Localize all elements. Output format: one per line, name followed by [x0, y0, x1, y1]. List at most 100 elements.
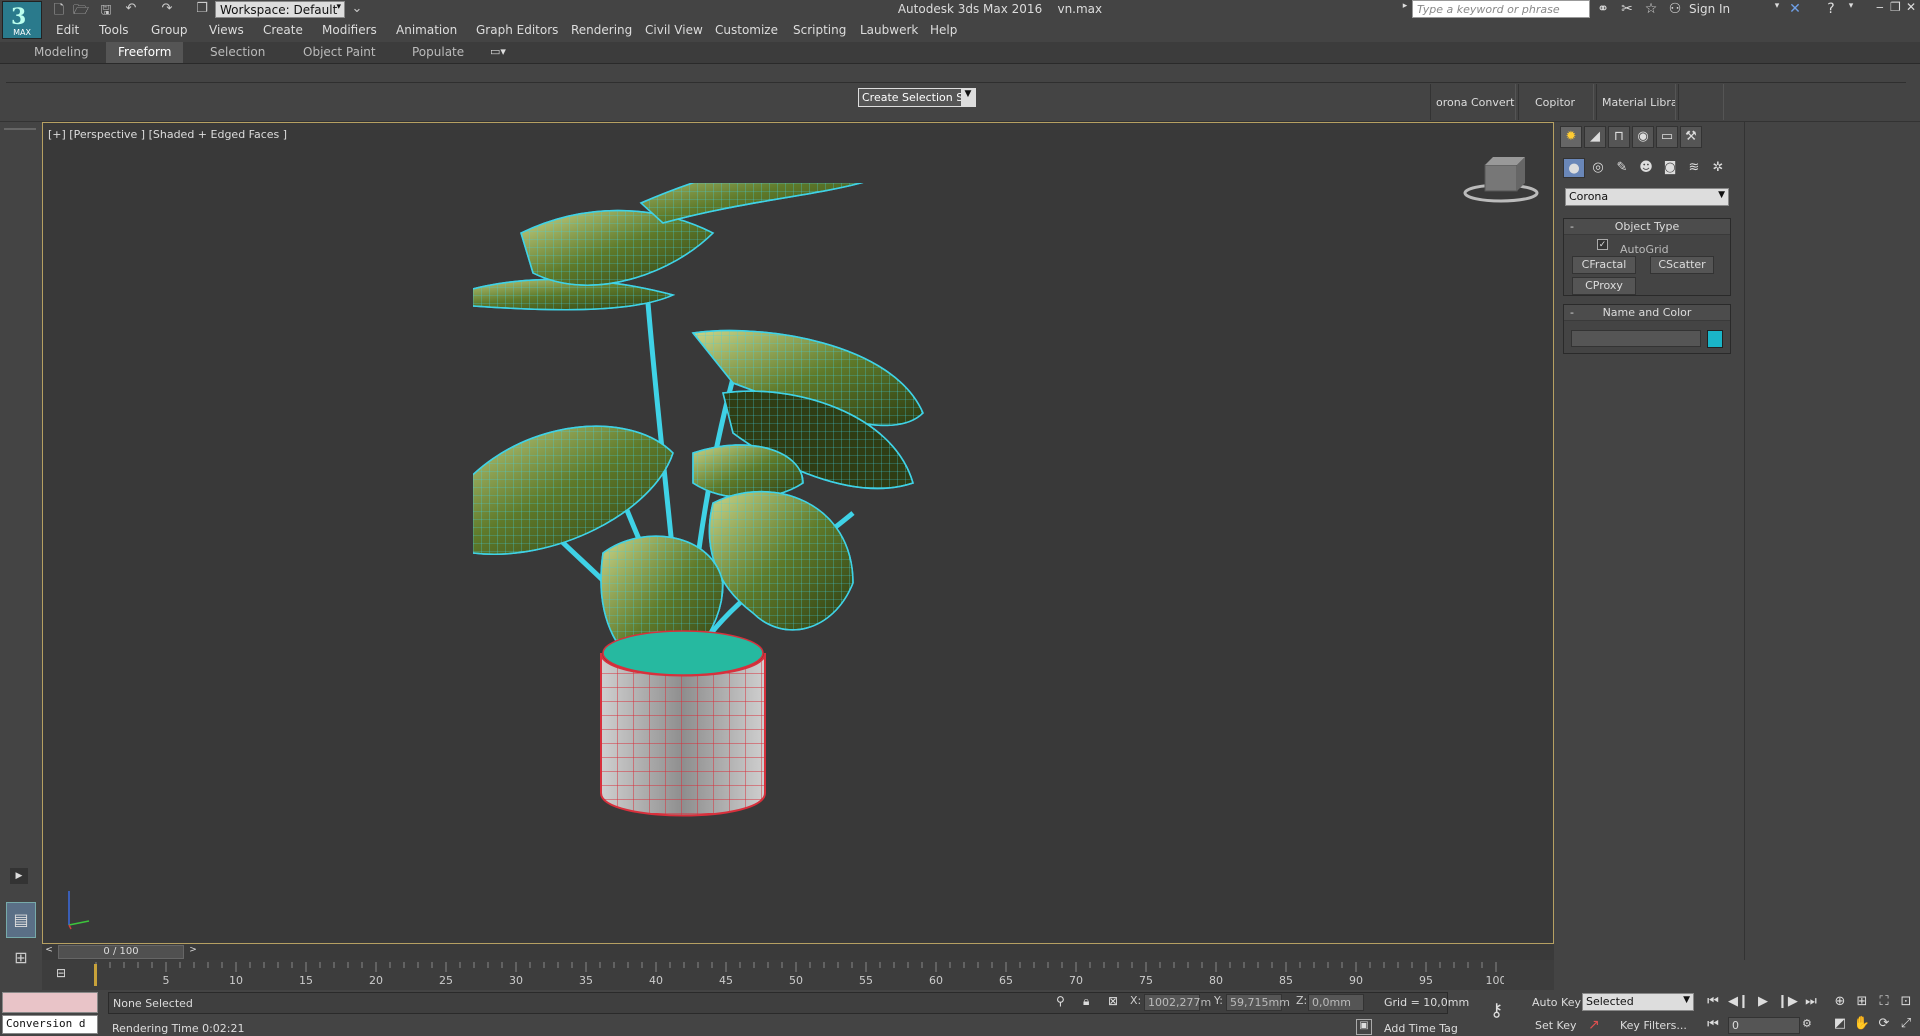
tab-modeling[interactable]: Modeling: [22, 42, 101, 63]
display-tab-icon[interactable]: ▭: [1656, 126, 1678, 148]
current-frame-field[interactable]: 0: [1728, 1017, 1800, 1034]
menu-scripting[interactable]: Scripting: [793, 23, 846, 37]
plant-model[interactable]: [473, 183, 1173, 943]
sign-in-link[interactable]: Sign In: [1689, 2, 1730, 16]
zoom-icon[interactable]: ⊕: [1830, 994, 1850, 1012]
helpers-category-icon[interactable]: ◙: [1659, 158, 1681, 178]
go-to-start-icon[interactable]: ⏮: [1703, 994, 1723, 1012]
maxscript-listener-pink[interactable]: [2, 992, 98, 1013]
search-input[interactable]: Type a keyword or phrase: [1412, 0, 1590, 18]
object-name-field[interactable]: [1571, 330, 1701, 347]
subscription-icon[interactable]: ✂: [1618, 1, 1636, 18]
quick-access-customize-icon[interactable]: ⌄: [348, 1, 366, 17]
zoom-extents-all-icon[interactable]: ⊡: [1896, 994, 1916, 1012]
next-frame-icon[interactable]: >: [186, 945, 200, 959]
sign-in-dropdown-icon[interactable]: ▾: [1768, 1, 1786, 18]
restore-icon[interactable]: ❐: [1890, 0, 1901, 14]
named-selection-set-dropdown[interactable]: Create Selection Se ▼: [858, 88, 976, 107]
menu-create[interactable]: Create: [263, 23, 303, 37]
menu-modifiers[interactable]: Modifiers: [322, 23, 377, 37]
new-file-icon[interactable]: 🗋: [50, 1, 68, 18]
create-tab-icon[interactable]: ✹: [1560, 126, 1582, 148]
geometry-category-icon[interactable]: ●: [1563, 158, 1585, 178]
utilities-tab-icon[interactable]: ⚒: [1680, 126, 1702, 148]
minimize-icon[interactable]: ‒: [1876, 0, 1884, 14]
object-type-rollout-header[interactable]: - Object Type: [1564, 219, 1730, 235]
viewport-label[interactable]: [+] [Perspective ] [Shaded + Edged Faces…: [48, 128, 287, 141]
open-file-icon[interactable]: 🗁: [72, 1, 90, 18]
material-library-button[interactable]: Material Library: [1596, 84, 1676, 120]
zoom-all-icon[interactable]: ⊞: [1852, 994, 1872, 1012]
tab-populate[interactable]: Populate: [400, 42, 476, 63]
x-coord-field[interactable]: 1002,277m: [1144, 994, 1211, 1011]
orbit-icon[interactable]: ⟳: [1874, 1016, 1894, 1034]
object-type-dropdown[interactable]: Corona ▼: [1565, 188, 1729, 206]
menu-tools[interactable]: Tools: [99, 23, 129, 37]
object-color-swatch[interactable]: [1707, 330, 1723, 348]
key-mode-icon[interactable]: ⚷: [1490, 1000, 1503, 1021]
copitor-button[interactable]: Copitor: [1518, 84, 1594, 120]
binoculars-icon[interactable]: ⚭: [1594, 1, 1612, 18]
exchange-apps-icon[interactable]: ✕: [1786, 1, 1804, 18]
curve-editor-icon[interactable]: ⊟: [52, 966, 70, 982]
help-dropdown-icon[interactable]: ▾: [1842, 1, 1860, 18]
menu-civil-view[interactable]: Civil View: [645, 23, 703, 37]
project-folder-icon[interactable]: ❐: [193, 1, 211, 17]
pan-view-icon[interactable]: ✋: [1852, 1016, 1872, 1034]
cameras-category-icon[interactable]: ☻: [1635, 158, 1657, 178]
time-slider-thumb[interactable]: 0 / 100: [58, 945, 184, 959]
menu-rendering[interactable]: Rendering: [571, 23, 632, 37]
time-configuration-icon[interactable]: ⚙: [1802, 1017, 1812, 1030]
cscatter-button[interactable]: CScatter: [1650, 256, 1714, 274]
field-of-view-icon[interactable]: ◩: [1830, 1016, 1850, 1034]
menu-edit[interactable]: Edit: [56, 23, 79, 37]
workspace-dropdown[interactable]: Workspace: Default ▾: [215, 1, 345, 18]
y-coord-field[interactable]: 59,715mm: [1226, 994, 1290, 1011]
time-tag-icon[interactable]: ▣: [1356, 1019, 1372, 1035]
set-key-button[interactable]: Set Key: [1535, 1019, 1577, 1032]
perspective-viewport[interactable]: [+] [Perspective ] [Shaded + Edged Faces…: [42, 122, 1554, 944]
set-keys-icon[interactable]: ↗: [1588, 1017, 1600, 1033]
selection-lock-icon[interactable]: 🔒︎: [1083, 994, 1089, 1009]
viewport-layout-single-icon[interactable]: ▤: [6, 902, 36, 938]
key-mode-dropdown[interactable]: Selected ▼: [1582, 993, 1694, 1011]
menu-help[interactable]: Help: [930, 23, 957, 37]
play-icon[interactable]: ▶: [1753, 994, 1773, 1012]
previous-key-icon[interactable]: ◀❙: [1728, 994, 1749, 1012]
lights-category-icon[interactable]: ✎: [1611, 158, 1633, 178]
cproxy-button[interactable]: CProxy: [1572, 277, 1636, 295]
previous-frame-icon[interactable]: <: [42, 945, 56, 959]
auto-key-button[interactable]: Auto Key: [1532, 996, 1581, 1009]
systems-category-icon[interactable]: ✲: [1707, 158, 1729, 178]
menu-group[interactable]: Group: [151, 23, 188, 37]
autogrid-checkbox[interactable]: ✓: [1597, 239, 1608, 250]
next-key-icon[interactable]: ❙▶: [1777, 994, 1798, 1012]
go-to-end-icon[interactable]: ⏭: [1801, 994, 1821, 1012]
tab-freeform[interactable]: Freeform: [106, 42, 184, 63]
cfractal-button[interactable]: CFractal: [1572, 256, 1636, 274]
tab-selection[interactable]: Selection: [198, 42, 277, 63]
close-icon[interactable]: ✕: [1906, 0, 1916, 14]
undo-icon[interactable]: ↶: [122, 1, 140, 17]
maxscript-expand-icon[interactable]: ▶: [10, 868, 28, 884]
maxscript-listener-white[interactable]: Conversion d: [2, 1015, 98, 1034]
key-filters-button[interactable]: Key Filters...: [1620, 1019, 1687, 1032]
menu-animation[interactable]: Animation: [396, 23, 457, 37]
maximize-viewport-icon[interactable]: ⤢: [1896, 1016, 1916, 1034]
help-icon[interactable]: ?: [1822, 1, 1840, 18]
modify-tab-icon[interactable]: ◢: [1584, 126, 1606, 148]
save-file-icon[interactable]: 🖫: [97, 1, 115, 18]
corona-converter-button[interactable]: orona Convert: [1430, 84, 1516, 120]
absolute-transform-icon[interactable]: ⊠: [1108, 994, 1118, 1008]
hierarchy-tab-icon[interactable]: ⊓: [1608, 126, 1630, 148]
add-time-tag[interactable]: Add Time Tag: [1384, 1022, 1458, 1035]
space-warps-category-icon[interactable]: ≋: [1683, 158, 1705, 178]
favorites-star-icon[interactable]: ☆: [1642, 1, 1660, 18]
menu-laubwerk[interactable]: Laubwerk: [860, 23, 918, 37]
viewcube-icon[interactable]: [1461, 153, 1541, 213]
menu-customize[interactable]: Customize: [715, 23, 778, 37]
app-logo-button[interactable]: 3 MAX: [2, 1, 42, 39]
tab-object-paint[interactable]: Object Paint: [291, 42, 388, 63]
menu-views[interactable]: Views: [209, 23, 244, 37]
redo-icon[interactable]: ↷: [158, 1, 176, 17]
